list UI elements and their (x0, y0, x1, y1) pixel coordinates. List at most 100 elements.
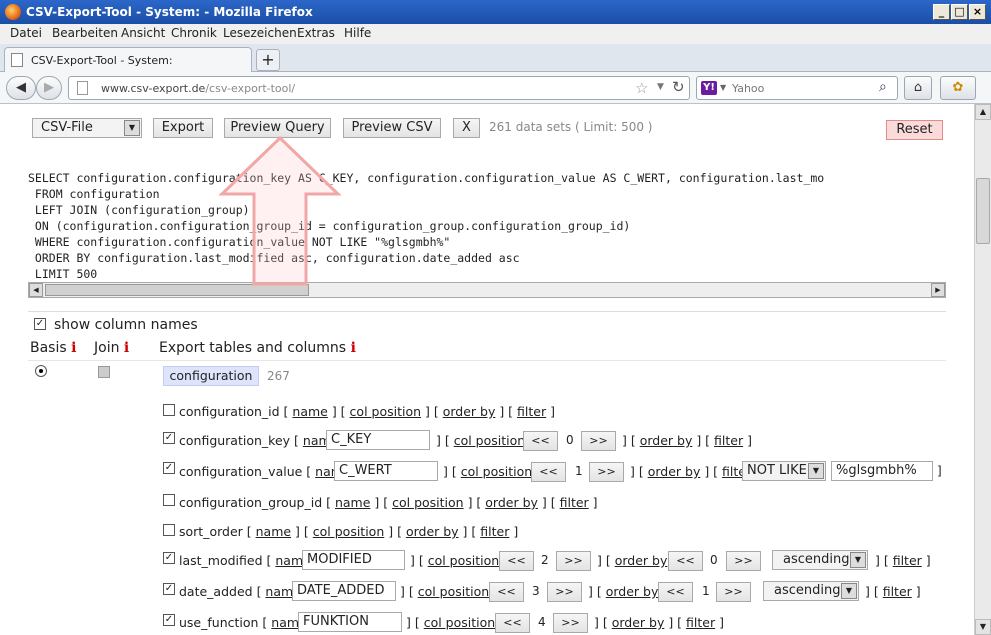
format-select[interactable]: CSV-File ▼ (32, 118, 142, 138)
col-position-link[interactable]: col position (392, 495, 463, 510)
search-icon[interactable]: ⌕ (879, 79, 887, 95)
filter-link[interactable]: filter (480, 524, 509, 539)
name-link[interactable]: name (256, 524, 291, 539)
info-icon[interactable]: i (124, 340, 129, 356)
alias-input[interactable]: FUNKTION (298, 612, 402, 632)
column-checkbox[interactable]: ✓ (163, 583, 175, 595)
column-checkbox[interactable]: ✓ (163, 614, 175, 626)
move-left-button[interactable]: << (499, 551, 534, 571)
move-left-button[interactable]: << (489, 582, 524, 602)
menu-hilfe[interactable]: Hilfe (344, 26, 371, 40)
alias-input[interactable]: C_WERT (334, 461, 438, 481)
name-link[interactable]: name (292, 404, 327, 419)
menu-ansicht[interactable]: Ansicht (121, 26, 165, 40)
table-badge[interactable]: configuration (163, 366, 259, 386)
preview-csv-button[interactable]: Preview CSV (343, 118, 441, 138)
sql-query-box[interactable]: SELECT configuration.configuration_key A… (28, 170, 946, 282)
order-by-link[interactable]: order by (443, 404, 496, 419)
move-right-button[interactable]: >> (547, 582, 582, 602)
info-icon[interactable]: i (351, 340, 356, 356)
minimize-button[interactable]: _ (933, 4, 950, 20)
menu-datei[interactable]: Datei (10, 26, 42, 40)
menu-extras[interactable]: Extras (297, 26, 335, 40)
move-right-button[interactable]: >> (589, 462, 624, 482)
menu-bearbeiten[interactable]: Bearbeiten (52, 26, 118, 40)
bookmark-star-icon[interactable]: ☆ (635, 79, 648, 97)
menu-lesezeichen[interactable]: Lesezeichen (223, 26, 297, 40)
column-checkbox[interactable] (163, 494, 175, 506)
scroll-left-icon[interactable]: ◀ (29, 283, 43, 297)
filter-link[interactable]: filter (714, 433, 743, 448)
col-position-link[interactable]: col position (461, 464, 532, 479)
order-by-link[interactable]: order by (485, 495, 538, 510)
scrollbar-thumb[interactable] (976, 178, 990, 244)
order-by-link[interactable]: order by (640, 433, 693, 448)
chevron-down-icon[interactable]: ▼ (720, 83, 726, 92)
order-by-link[interactable]: order by (606, 584, 659, 599)
move-left-button[interactable]: << (531, 462, 566, 482)
scrollbar-thumb[interactable] (45, 284, 309, 296)
close-button[interactable]: × (969, 4, 986, 20)
info-icon[interactable]: i (71, 340, 76, 356)
chevron-down-icon[interactable]: ▼ (657, 82, 664, 92)
scroll-down-icon[interactable]: ▼ (975, 619, 991, 635)
alias-input[interactable]: DATE_ADDED (292, 581, 396, 601)
col-position-link[interactable]: col position (424, 615, 495, 630)
order-right-button[interactable]: >> (726, 551, 761, 571)
maximize-button[interactable]: □ (951, 4, 968, 20)
addon-button[interactable]: ✿ (940, 76, 976, 100)
filter-link[interactable]: filter (883, 584, 912, 599)
horizontal-scrollbar[interactable]: ◀ ▶ (28, 282, 946, 298)
name-link[interactable]: name (335, 495, 370, 510)
move-right-button[interactable]: >> (553, 613, 588, 633)
order-right-button[interactable]: >> (716, 582, 751, 602)
column-checkbox[interactable] (163, 524, 175, 536)
forward-button[interactable]: ▶ (36, 76, 62, 100)
column-checkbox[interactable]: ✓ (163, 552, 175, 564)
order-left-button[interactable]: << (668, 551, 703, 571)
search-bar[interactable]: Y! ▼ Yahoo ⌕ (696, 76, 898, 100)
clear-button[interactable]: X (453, 118, 480, 138)
alias-input[interactable]: MODIFIED (302, 550, 405, 570)
move-right-button[interactable]: >> (556, 551, 591, 571)
menu-chronik[interactable]: Chronik (171, 26, 217, 40)
move-left-button[interactable]: << (523, 431, 558, 451)
order-by-link[interactable]: order by (612, 615, 665, 630)
col-position-link[interactable]: col position (454, 433, 525, 448)
column-checkbox[interactable]: ✓ (163, 432, 175, 444)
order-by-link[interactable]: order by (648, 464, 701, 479)
alias-input[interactable]: C_KEY (326, 430, 430, 450)
col-position-link[interactable]: col position (313, 524, 384, 539)
yahoo-logo-icon[interactable]: Y! (701, 81, 717, 95)
new-tab-button[interactable]: + (256, 49, 280, 71)
url-text[interactable]: www.csv-export.de/csv-export-tool/ (101, 82, 295, 95)
browser-tab[interactable]: CSV-Export-Tool - System: (4, 47, 252, 73)
filter-link[interactable]: filter (893, 553, 922, 568)
move-right-button[interactable]: >> (581, 431, 616, 451)
filter-operator-select[interactable]: NOT LIKE ▼ (742, 461, 826, 481)
order-by-link[interactable]: order by (406, 524, 459, 539)
order-direction-select[interactable]: ascending ▼ (772, 550, 868, 570)
filter-value-input[interactable]: %glsgmbh% (831, 461, 933, 481)
order-direction-select[interactable]: ascending ▼ (763, 581, 859, 601)
search-input[interactable]: Yahoo (732, 82, 764, 95)
reset-button[interactable]: Reset (886, 120, 943, 140)
filter-link[interactable]: filter (686, 615, 715, 630)
preview-query-button[interactable]: Preview Query (224, 118, 331, 138)
join-checkbox[interactable] (98, 366, 110, 378)
scroll-up-icon[interactable]: ▲ (975, 104, 991, 120)
home-button[interactable]: ⌂ (904, 76, 932, 100)
column-checkbox[interactable]: ✓ (163, 462, 175, 474)
show-column-names-checkbox[interactable]: ✓ (34, 318, 46, 330)
url-bar[interactable]: www.csv-export.de/csv-export-tool/ ☆ ▼ ↻ (68, 76, 690, 100)
order-left-button[interactable]: << (658, 582, 693, 602)
vertical-scrollbar[interactable]: ▲ ▼ (974, 104, 991, 635)
col-position-link[interactable]: col position (428, 553, 499, 568)
column-checkbox[interactable] (163, 404, 175, 416)
filter-link[interactable]: filter (560, 495, 589, 510)
export-button[interactable]: Export (153, 118, 213, 138)
scroll-right-icon[interactable]: ▶ (931, 283, 945, 297)
back-button[interactable]: ◀ (6, 76, 36, 100)
col-position-link[interactable]: col position (350, 404, 421, 419)
col-position-link[interactable]: col position (418, 584, 489, 599)
